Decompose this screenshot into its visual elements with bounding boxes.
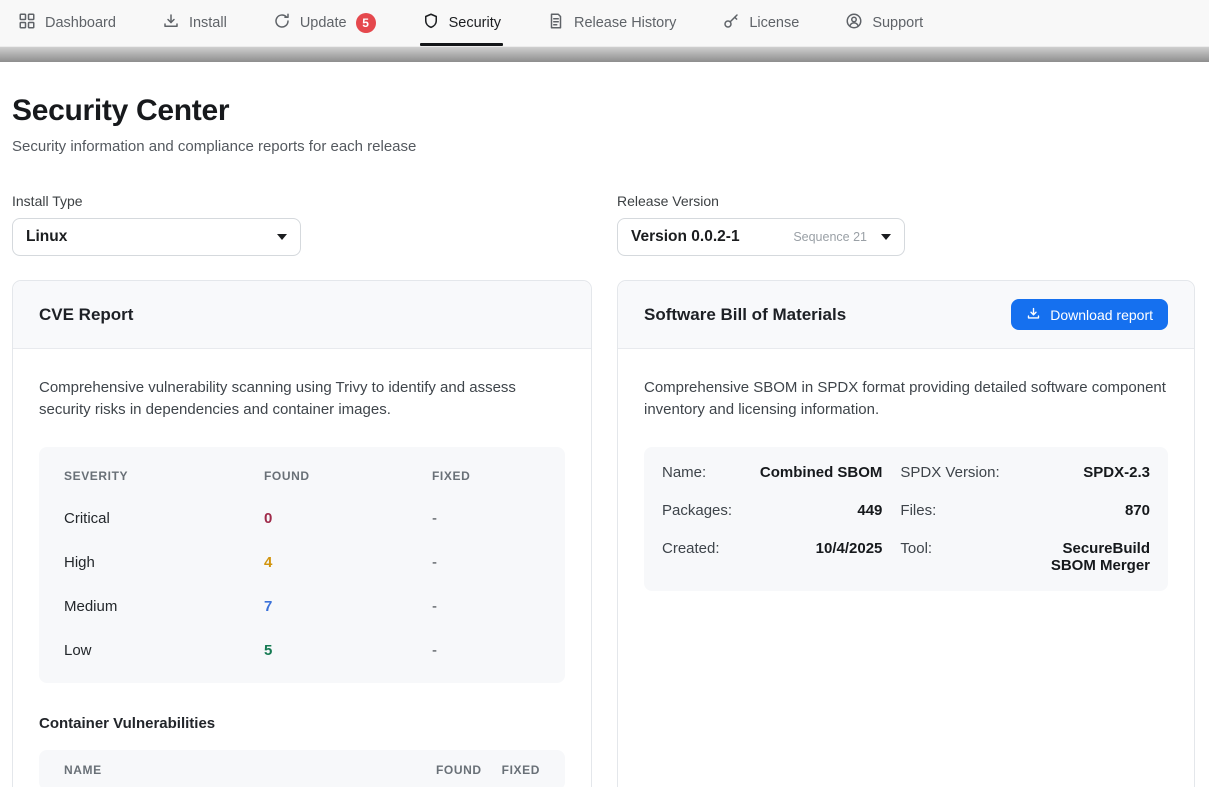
update-icon bbox=[273, 12, 291, 34]
sbom-card-body: Comprehensive SBOM in SPDX format provid… bbox=[618, 349, 1194, 619]
found-count: 7 bbox=[264, 598, 432, 615]
license-key-icon bbox=[722, 12, 740, 34]
severity-table: SEVERITY FOUND FIXED Critical 0 - High 4… bbox=[39, 447, 565, 683]
cve-card-title: CVE Report bbox=[39, 305, 133, 325]
col-fixed: FIXED bbox=[432, 469, 540, 483]
sbom-tool-value: SecureBuild SBOM Merger bbox=[1016, 540, 1150, 574]
sbom-packages-value: 449 bbox=[748, 502, 882, 519]
col-severity: SEVERITY bbox=[64, 469, 264, 483]
sbom-name-label: Name: bbox=[662, 464, 732, 481]
download-report-button[interactable]: Download report bbox=[1011, 299, 1168, 330]
main-content: Security Center Security information and… bbox=[0, 62, 1209, 787]
chevron-down-icon bbox=[881, 234, 891, 240]
cve-card-header: CVE Report bbox=[13, 281, 591, 349]
table-row: High 4 - bbox=[39, 541, 565, 585]
sbom-card: Software Bill of Materials Download repo… bbox=[617, 280, 1195, 787]
chevron-down-icon bbox=[277, 234, 287, 240]
found-count: 0 bbox=[264, 510, 432, 527]
release-version-group: Release Version Version 0.0.2-1 Sequence… bbox=[617, 193, 1195, 256]
table-row: Medium 7 - bbox=[39, 585, 565, 629]
download-report-label: Download report bbox=[1050, 307, 1153, 323]
sbom-info-grid: Name: Combined SBOM SPDX Version: SPDX-2… bbox=[644, 447, 1168, 591]
header-shadow-strip bbox=[0, 47, 1209, 62]
nav-label: Dashboard bbox=[45, 15, 116, 31]
sbom-spdx-label: SPDX Version: bbox=[900, 464, 999, 481]
page-subtitle: Security information and compliance repo… bbox=[12, 138, 1195, 155]
nav-item-dashboard[interactable]: Dashboard bbox=[18, 0, 116, 46]
update-count-badge: 5 bbox=[356, 13, 376, 33]
fixed-count: - bbox=[432, 510, 540, 527]
found-count: 5 bbox=[264, 642, 432, 659]
top-nav: Dashboard Install Update 5 Security Rele… bbox=[0, 0, 1209, 47]
cve-card-body: Comprehensive vulnerability scanning usi… bbox=[13, 349, 591, 787]
install-icon bbox=[162, 12, 180, 34]
sbom-files-value: 870 bbox=[1016, 502, 1150, 519]
nav-item-install[interactable]: Install bbox=[162, 0, 227, 46]
nav-label: Update bbox=[300, 15, 347, 31]
page-title: Security Center bbox=[12, 94, 1195, 128]
install-type-label: Install Type bbox=[12, 193, 592, 209]
severity-table-header: SEVERITY FOUND FIXED bbox=[39, 455, 565, 497]
fixed-count: - bbox=[432, 642, 540, 659]
nav-item-license[interactable]: License bbox=[722, 0, 799, 46]
install-type-select[interactable]: Linux bbox=[12, 218, 301, 256]
release-history-icon bbox=[547, 12, 565, 34]
fixed-count: - bbox=[432, 554, 540, 571]
sbom-description: Comprehensive SBOM in SPDX format provid… bbox=[644, 377, 1168, 421]
sbom-packages-label: Packages: bbox=[662, 502, 732, 519]
col-fixed: FIXED bbox=[502, 763, 540, 777]
download-icon bbox=[1026, 306, 1041, 324]
security-shield-icon bbox=[422, 12, 440, 34]
sequence-label: Sequence 21 bbox=[793, 230, 867, 244]
found-count: 4 bbox=[264, 554, 432, 571]
nav-item-support[interactable]: Support bbox=[845, 0, 923, 46]
col-found: FOUND bbox=[436, 763, 482, 777]
sbom-tool-label: Tool: bbox=[900, 540, 999, 574]
severity-label: High bbox=[64, 554, 264, 571]
container-vulnerabilities-title: Container Vulnerabilities bbox=[39, 715, 565, 732]
sbom-files-label: Files: bbox=[900, 502, 999, 519]
support-icon bbox=[845, 12, 863, 34]
nav-label: Support bbox=[872, 15, 923, 31]
severity-label: Critical bbox=[64, 510, 264, 527]
sbom-card-header: Software Bill of Materials Download repo… bbox=[618, 281, 1194, 349]
nav-item-security[interactable]: Security bbox=[422, 0, 501, 46]
release-version-value: Version 0.0.2-1 bbox=[631, 228, 793, 246]
cve-report-card: CVE Report Comprehensive vulnerability s… bbox=[12, 280, 592, 787]
sbom-name-value: Combined SBOM bbox=[748, 464, 882, 481]
release-version-select[interactable]: Version 0.0.2-1 Sequence 21 bbox=[617, 218, 905, 256]
install-type-value: Linux bbox=[26, 228, 269, 246]
filters-row: Install Type Linux Release Version Versi… bbox=[12, 193, 1195, 256]
table-row: Low 5 - bbox=[39, 629, 565, 673]
install-type-group: Install Type Linux bbox=[12, 193, 592, 256]
cve-description: Comprehensive vulnerability scanning usi… bbox=[39, 377, 565, 421]
nav-item-release-history[interactable]: Release History bbox=[547, 0, 676, 46]
nav-item-update[interactable]: Update 5 bbox=[273, 0, 376, 46]
sbom-spdx-value: SPDX-2.3 bbox=[1016, 464, 1150, 481]
nav-label: Security bbox=[449, 15, 501, 31]
nav-label: Release History bbox=[574, 15, 676, 31]
col-name: NAME bbox=[64, 763, 416, 777]
severity-label: Low bbox=[64, 642, 264, 659]
sbom-created-value: 10/4/2025 bbox=[748, 540, 882, 574]
sbom-card-title: Software Bill of Materials bbox=[644, 305, 846, 325]
severity-label: Medium bbox=[64, 598, 264, 615]
sbom-created-label: Created: bbox=[662, 540, 732, 574]
dashboard-icon bbox=[18, 12, 36, 34]
nav-label: License bbox=[749, 15, 799, 31]
col-found: FOUND bbox=[264, 469, 432, 483]
container-vulns-table-header: NAME FOUND FIXED bbox=[39, 750, 565, 787]
cards-row: CVE Report Comprehensive vulnerability s… bbox=[12, 280, 1195, 787]
nav-label: Install bbox=[189, 15, 227, 31]
table-row: Critical 0 - bbox=[39, 497, 565, 541]
fixed-count: - bbox=[432, 598, 540, 615]
release-version-label: Release Version bbox=[617, 193, 1195, 209]
